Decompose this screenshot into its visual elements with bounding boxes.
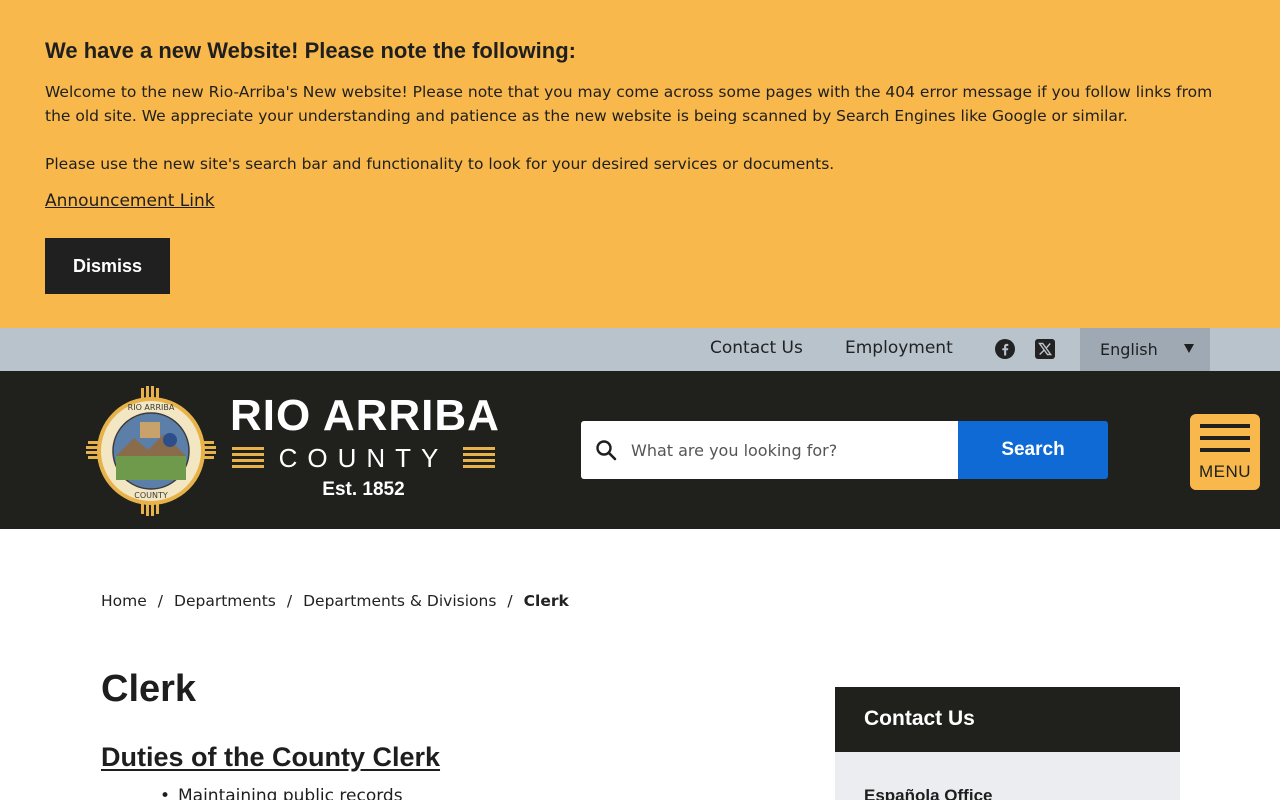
brand-county-row: COUNTY	[232, 443, 495, 473]
caret-down-icon	[1184, 344, 1194, 353]
search-button[interactable]: Search	[958, 421, 1108, 479]
county-seal-logo[interactable]: RIO ARRIBA COUNTY	[86, 386, 216, 516]
employment-link[interactable]: Employment	[845, 338, 953, 358]
breadcrumb-separator: /	[286, 592, 293, 610]
page-title: Clerk	[101, 668, 197, 710]
contact-us-link[interactable]: Contact Us	[710, 338, 803, 358]
breadcrumb-departments[interactable]: Departments	[174, 592, 276, 610]
announcement-title: We have a new Website! Please note the f…	[45, 38, 576, 63]
svg-text:COUNTY: COUNTY	[134, 491, 168, 500]
sidebar-title: Contact Us	[864, 707, 975, 730]
announcement-banner: We have a new Website! Please note the f…	[0, 0, 1280, 328]
breadcrumb-separator: /	[157, 592, 164, 610]
language-select[interactable]: English	[1080, 328, 1210, 371]
menu-button[interactable]: MENU	[1190, 414, 1260, 490]
brand-county: COUNTY	[278, 443, 449, 473]
office-name: Española Office	[864, 786, 993, 800]
breadcrumb-current: Clerk	[523, 592, 569, 610]
hamburger-icon	[1200, 424, 1250, 460]
breadcrumb-home[interactable]: Home	[101, 592, 147, 610]
brand-established: Est. 1852	[322, 479, 405, 500]
announcement-link[interactable]: Announcement Link	[45, 191, 215, 211]
list-item: Maintaining public records	[160, 786, 403, 800]
decorative-lines-icon	[232, 447, 264, 469]
search-input[interactable]	[631, 421, 951, 479]
svg-text:RIO ARRIBA: RIO ARRIBA	[128, 403, 175, 412]
duties-heading-link[interactable]: Duties of the County Clerk	[101, 742, 440, 773]
x-twitter-icon[interactable]	[1035, 339, 1055, 359]
breadcrumb-separator: /	[507, 592, 513, 610]
sidebar-body: Española Office	[835, 752, 1180, 800]
announcement-paragraph: Please use the new site's search bar and…	[45, 155, 835, 173]
facebook-icon[interactable]	[995, 339, 1015, 359]
dismiss-button[interactable]: Dismiss	[45, 238, 170, 294]
menu-label: MENU	[1198, 462, 1252, 481]
search-icon	[596, 440, 617, 461]
announcement-paragraph: Welcome to the new Rio-Arriba's New webs…	[45, 83, 1213, 125]
site-header: RIO ARRIBA COUNTY RIO ARRIBA COUNTY Est.…	[0, 371, 1280, 529]
language-selected: English	[1100, 340, 1158, 359]
decorative-lines-icon	[463, 447, 495, 469]
brand-title: RIO ARRIBA	[230, 391, 500, 440]
breadcrumb: Home / Departments / Departments & Divis…	[101, 592, 569, 610]
breadcrumb-departments-divisions[interactable]: Departments & Divisions	[303, 592, 496, 610]
utility-bar: Contact Us Employment English	[0, 328, 1280, 371]
sidebar-header: Contact Us	[835, 687, 1180, 752]
search-box	[581, 421, 959, 479]
